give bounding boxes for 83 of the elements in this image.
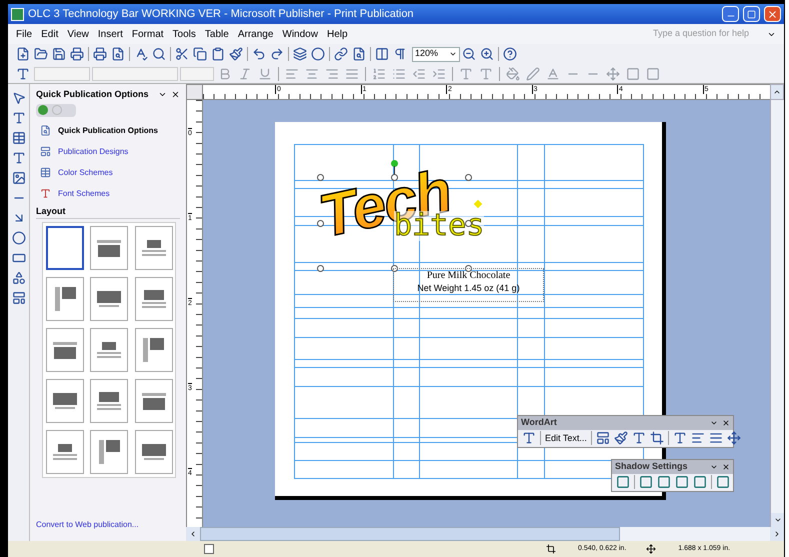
menu-item[interactable]: View xyxy=(67,26,89,42)
menu-item[interactable]: Format xyxy=(132,26,164,42)
layout-thumbnail[interactable] xyxy=(90,277,128,321)
zoom-out-icon[interactable] xyxy=(460,46,478,62)
app-icon xyxy=(11,8,24,20)
layout-thumbnail[interactable] xyxy=(46,379,84,423)
edit-text-button[interactable]: Edit Text... xyxy=(543,432,589,446)
oval-icon[interactable] xyxy=(10,230,28,246)
fill-color-icon[interactable] xyxy=(504,66,522,82)
printer-icon[interactable] xyxy=(91,46,109,62)
close-icon[interactable] xyxy=(722,418,730,427)
layout-thumbnail[interactable] xyxy=(134,379,173,423)
columns-icon[interactable] xyxy=(373,46,391,62)
folder-icon[interactable] xyxy=(32,46,50,62)
selection-handle[interactable] xyxy=(391,174,398,181)
restore-icon xyxy=(747,10,756,18)
layout-thumbnail[interactable] xyxy=(134,328,173,372)
toolbar-title: WordArt xyxy=(521,416,557,430)
pane-link[interactable]: Publication Designs xyxy=(58,146,128,158)
page-icon[interactable] xyxy=(204,544,214,554)
size-icon xyxy=(646,544,656,554)
menu-item[interactable]: Arrange xyxy=(238,26,274,42)
scroll-left-button[interactable] xyxy=(186,527,200,541)
save-icon[interactable] xyxy=(50,46,68,62)
layout-thumbnail[interactable] xyxy=(90,328,128,372)
toolbar-title: Shadow Settings xyxy=(615,460,688,474)
copy-icon[interactable] xyxy=(191,46,209,62)
layout-thumbnail[interactable] xyxy=(134,277,173,321)
menu-item[interactable]: Tools xyxy=(172,26,196,42)
close-icon[interactable] xyxy=(722,462,730,471)
section-label: Layout xyxy=(36,204,180,219)
close-icon xyxy=(767,8,778,20)
layout-thumbnail[interactable] xyxy=(134,430,173,474)
scroll-down-button[interactable] xyxy=(771,513,784,527)
format-painter-icon[interactable] xyxy=(227,46,245,62)
format-icon[interactable] xyxy=(612,430,630,446)
menu-item[interactable]: Insert xyxy=(98,26,123,42)
layout-thumbnail[interactable] xyxy=(90,226,128,270)
window-title: OLC 3 Technology Bar WORKING VER - Microsoft Publisher - Print Publication xyxy=(28,6,415,22)
pane-heading: Quick Publication Options xyxy=(58,124,158,136)
restore-button[interactable] xyxy=(743,6,760,22)
layout-thumbnail[interactable] xyxy=(90,430,128,474)
selection-handle[interactable] xyxy=(391,265,398,272)
layout-thumbnail[interactable] xyxy=(134,226,173,270)
close-button[interactable] xyxy=(764,6,781,22)
menu-item[interactable]: Table xyxy=(204,26,229,42)
line-color-icon[interactable] xyxy=(524,66,542,82)
layout-thumbnail[interactable] xyxy=(90,379,128,423)
menu-item[interactable]: Edit xyxy=(41,26,58,42)
layout-thumbnail[interactable] xyxy=(46,277,84,321)
zoom-box[interactable]: 120% xyxy=(412,46,460,62)
selection-handle[interactable] xyxy=(465,265,472,272)
menu-item[interactable]: Window xyxy=(282,26,318,42)
help-box[interactable]: Type a question for help xyxy=(653,27,758,41)
close-icon[interactable] xyxy=(171,90,180,100)
scroll-right-button[interactable] xyxy=(770,527,784,541)
menu-item[interactable]: Help xyxy=(326,26,348,42)
adjust-handle[interactable] xyxy=(474,200,482,208)
layers-icon[interactable] xyxy=(291,46,309,62)
selection-handle[interactable] xyxy=(465,220,472,227)
circle-icon[interactable] xyxy=(309,46,327,62)
scroll-thumb[interactable] xyxy=(200,527,620,541)
help-icon[interactable] xyxy=(501,46,519,62)
rotation-handle[interactable] xyxy=(391,160,398,167)
selection-handle[interactable] xyxy=(465,174,472,181)
convert-link[interactable]: Convert to Web publication... xyxy=(36,519,180,531)
layout-thumbnail[interactable] xyxy=(46,430,84,474)
layout-thumbnail[interactable] xyxy=(46,328,84,372)
position-icon xyxy=(546,544,556,554)
scroll-up-button[interactable] xyxy=(770,84,784,100)
layout-thumbnail[interactable] xyxy=(46,226,84,270)
hyperlink-icon[interactable] xyxy=(332,46,350,62)
zoom-in-icon[interactable] xyxy=(478,46,496,62)
pane-link[interactable]: Color Schemes xyxy=(58,166,113,178)
text-line: Pure Milk Chocolate xyxy=(426,270,510,282)
print-icon[interactable] xyxy=(68,46,86,62)
menu-item[interactable]: File xyxy=(16,26,32,42)
text-wrap-icon[interactable] xyxy=(648,430,666,446)
minimize-button[interactable] xyxy=(722,6,739,22)
search-icon[interactable] xyxy=(150,46,168,62)
task-pane-title: Quick Publication Options xyxy=(36,88,149,101)
selection-handle[interactable] xyxy=(317,265,324,272)
pane-link[interactable]: Font Schemes xyxy=(58,188,110,200)
